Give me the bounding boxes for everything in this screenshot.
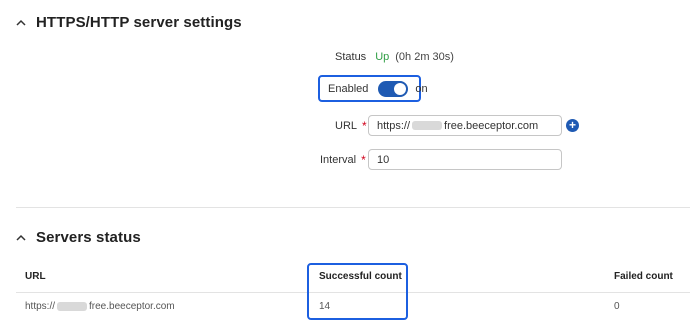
enabled-state: on (415, 83, 428, 95)
servers-section-header[interactable]: Servers status (16, 229, 141, 246)
url-redacted (412, 121, 443, 130)
url-input-prefix: https:// (377, 119, 411, 132)
enabled-label: Enabled (328, 83, 369, 95)
interval-label: Interval (320, 154, 357, 166)
row-url-prefix: https:// (25, 301, 56, 312)
enabled-toggle[interactable] (378, 81, 409, 97)
url-required-mark: * (362, 119, 367, 133)
interval-input-value: 10 (377, 153, 390, 166)
chevron-up-icon (16, 234, 26, 241)
url-label-row: URL * (335, 119, 367, 133)
table-row-failed: 0 (614, 301, 620, 312)
servers-section-title: Servers status (36, 229, 141, 246)
chevron-up-icon (16, 19, 26, 26)
toggle-knob (394, 83, 407, 95)
url-input-suffix: free.beeceptor.com (444, 119, 539, 132)
add-url-button[interactable]: + (566, 119, 579, 132)
column-header-failed: Failed count (614, 271, 673, 282)
column-header-url: URL (25, 271, 46, 282)
status-value: Up (375, 51, 390, 63)
url-label: URL (335, 120, 358, 132)
row-url-redacted (57, 302, 88, 311)
url-input[interactable]: https:// free.beeceptor.com (368, 115, 562, 136)
settings-section-header[interactable]: HTTPS/HTTP server settings (16, 14, 242, 31)
section-divider (16, 207, 690, 208)
successful-count-highlight (307, 263, 408, 320)
status-label: Status (335, 51, 367, 63)
status-uptime: (0h 2m 30s) (395, 51, 454, 63)
status-row: Status Up (0h 2m 30s) (335, 51, 454, 63)
interval-label-row: Interval * (320, 153, 366, 167)
settings-section-title: HTTPS/HTTP server settings (36, 14, 242, 31)
enabled-row: Enabled on (328, 81, 428, 97)
row-url-suffix: free.beeceptor.com (89, 301, 175, 312)
interval-required-mark: * (361, 153, 366, 167)
table-row-url: https:// free.beeceptor.com (25, 301, 175, 312)
interval-input[interactable]: 10 (368, 149, 562, 170)
